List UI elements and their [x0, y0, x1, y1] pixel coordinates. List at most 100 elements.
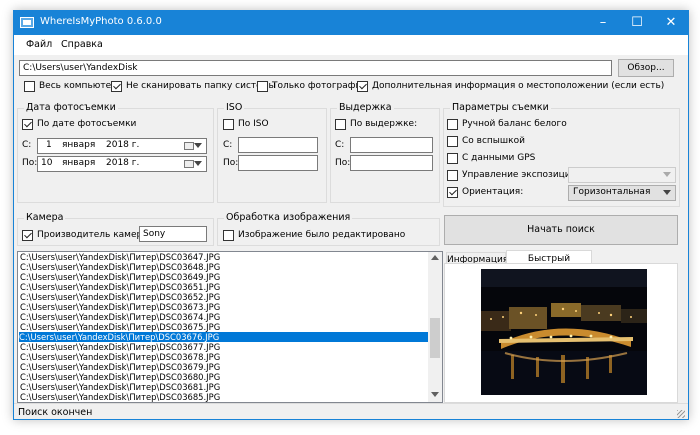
- list-scrollbar[interactable]: [428, 252, 442, 402]
- list-item[interactable]: C:\Users\user\YandexDisk\Питер\DSC03685.…: [20, 392, 220, 402]
- orientation-checkbox[interactable]: [447, 187, 458, 198]
- skip-system-label: Не сканировать папку системы: [126, 81, 276, 91]
- menu-file[interactable]: Файл: [26, 39, 52, 50]
- orientation-value: Горизонтальная: [573, 187, 651, 197]
- menu-help[interactable]: Справка: [61, 39, 103, 50]
- app-icon: [20, 17, 34, 28]
- date-from-year: 2018 г.: [106, 140, 140, 150]
- chevron-down-icon: [194, 143, 202, 148]
- list-item[interactable]: C:\Users\user\YandexDisk\Питер\DSC03649.…: [20, 272, 220, 282]
- iso-from-label: С:: [223, 140, 233, 150]
- whole-computer-label: Весь компьютер: [39, 81, 117, 91]
- orientation-label: Ориентация:: [462, 187, 524, 197]
- title-bar[interactable]: WhereIsMyPhoto 0.6.0.0 – ☐ ✕: [14, 11, 688, 35]
- start-search-button[interactable]: Начать поиск: [444, 215, 678, 245]
- preview-panel: [444, 263, 678, 403]
- date-to-picker[interactable]: 10 января 2018 г.: [37, 156, 207, 172]
- iso-group-title: ISO: [224, 102, 245, 113]
- list-item[interactable]: C:\Users\user\YandexDisk\Питер\DSC03673.…: [20, 302, 220, 312]
- list-item-selected[interactable]: C:\Users\user\YandexDisk\Питер\DSC03676.…: [19, 332, 429, 342]
- calendar-icon: [184, 142, 194, 150]
- whole-computer-checkbox[interactable]: [24, 81, 35, 92]
- window-title: WhereIsMyPhoto 0.6.0.0: [40, 16, 162, 27]
- photos-only-label: Только фотографии: [272, 81, 368, 91]
- date-from-day: 1: [46, 140, 52, 150]
- list-item[interactable]: C:\Users\user\YandexDisk\Питер\DSC03648.…: [20, 262, 220, 272]
- minimize-button[interactable]: –: [586, 11, 620, 35]
- resize-grip-icon[interactable]: [677, 410, 685, 418]
- gps-label: С данными GPS: [462, 153, 536, 163]
- by-iso-checkbox[interactable]: [223, 119, 234, 130]
- iso-to-label: По:: [223, 158, 239, 168]
- date-to-label: По:: [22, 158, 38, 168]
- close-button[interactable]: ✕: [654, 11, 688, 35]
- list-item[interactable]: C:\Users\user\YandexDisk\Питер\DSC03681.…: [20, 382, 220, 392]
- browse-button[interactable]: Обзор...: [618, 59, 674, 77]
- photos-only-checkbox[interactable]: [257, 81, 268, 92]
- camera-group-title: Камера: [24, 212, 66, 223]
- by-exposure-label: По выдержке:: [350, 119, 418, 129]
- list-item[interactable]: C:\Users\user\YandexDisk\Питер\DSC03651.…: [20, 282, 220, 292]
- exposure-control-checkbox[interactable]: [447, 170, 458, 181]
- date-from-picker[interactable]: 1 января 2018 г.: [37, 138, 207, 154]
- scroll-up-icon[interactable]: [431, 255, 439, 260]
- date-from-label: С:: [22, 140, 32, 150]
- exposure-from-label: С:: [335, 140, 345, 150]
- calendar-icon: [184, 160, 194, 168]
- list-item[interactable]: C:\Users\user\YandexDisk\Питер\DSC03675.…: [20, 322, 220, 332]
- edited-label: Изображение было редактировано: [238, 230, 406, 240]
- by-iso-label: По ISO: [238, 119, 269, 129]
- date-from-month: января: [62, 140, 96, 150]
- date-group-title: Дата фотосъемки: [24, 102, 118, 113]
- gps-checkbox[interactable]: [447, 153, 458, 164]
- camera-maker-input[interactable]: Sony: [139, 226, 207, 242]
- exposure-group-title: Выдержка: [337, 102, 394, 113]
- menu-bar: Файл Справка: [14, 35, 688, 55]
- chevron-down-icon: [663, 172, 671, 177]
- by-date-label: По дате фотосъемки: [37, 119, 137, 129]
- chevron-down-icon: [194, 161, 202, 166]
- list-item[interactable]: C:\Users\user\YandexDisk\Питер\DSC03674.…: [20, 312, 220, 322]
- list-item[interactable]: C:\Users\user\YandexDisk\Питер\DSC03679.…: [20, 362, 220, 372]
- photo-preview: [481, 269, 647, 395]
- path-input[interactable]: C:\Users\user\YandexDisk: [19, 60, 612, 76]
- scroll-down-icon[interactable]: [431, 392, 439, 397]
- date-to-year: 2018 г.: [106, 158, 140, 168]
- camera-maker-checkbox[interactable]: [22, 230, 33, 241]
- extra-location-checkbox[interactable]: [357, 81, 368, 92]
- list-item[interactable]: C:\Users\user\YandexDisk\Питер\DSC03678.…: [20, 352, 220, 362]
- list-item[interactable]: C:\Users\user\YandexDisk\Питер\DSC03677.…: [20, 342, 220, 352]
- status-text: Поиск окончен: [18, 407, 93, 418]
- status-bar: Поиск окончен: [14, 403, 688, 419]
- chevron-down-icon: [663, 190, 671, 195]
- scrollbar-thumb[interactable]: [430, 318, 440, 358]
- list-item[interactable]: C:\Users\user\YandexDisk\Питер\DSC03647.…: [20, 252, 220, 262]
- exposure-to-input[interactable]: [350, 155, 433, 171]
- date-to-day: 10: [41, 158, 53, 168]
- app-window: WhereIsMyPhoto 0.6.0.0 – ☐ ✕ Файл Справк…: [13, 10, 689, 420]
- exposure-from-input[interactable]: [350, 137, 433, 153]
- camera-maker-label: Производитель камеры:: [37, 230, 153, 240]
- extra-location-label: Дополнительная информация о местоположен…: [372, 81, 665, 91]
- processing-group-title: Обработка изображения: [224, 212, 353, 223]
- params-group-title: Параметры съемки: [450, 102, 551, 113]
- date-to-month: января: [62, 158, 96, 168]
- results-list[interactable]: C:\Users\user\YandexDisk\Питер\DSC03647.…: [17, 251, 443, 403]
- exposure-control-select[interactable]: [568, 167, 676, 183]
- manual-wb-checkbox[interactable]: [447, 119, 458, 130]
- by-date-checkbox[interactable]: [22, 119, 33, 130]
- maximize-button[interactable]: ☐: [620, 11, 654, 35]
- exposure-control-label: Управление экспозицией:: [462, 170, 586, 180]
- flash-label: Со вспышкой: [462, 136, 525, 146]
- orientation-select[interactable]: Горизонтальная: [568, 185, 676, 201]
- iso-from-input[interactable]: [238, 137, 318, 153]
- by-exposure-checkbox[interactable]: [335, 119, 346, 130]
- edited-checkbox[interactable]: [223, 230, 234, 241]
- list-item[interactable]: C:\Users\user\YandexDisk\Питер\DSC03652.…: [20, 292, 220, 302]
- manual-wb-label: Ручной баланс белого: [462, 119, 567, 129]
- flash-checkbox[interactable]: [447, 136, 458, 147]
- exposure-to-label: По:: [335, 158, 351, 168]
- list-item[interactable]: C:\Users\user\YandexDisk\Питер\DSC03680.…: [20, 372, 220, 382]
- skip-system-checkbox[interactable]: [111, 81, 122, 92]
- iso-to-input[interactable]: [238, 155, 318, 171]
